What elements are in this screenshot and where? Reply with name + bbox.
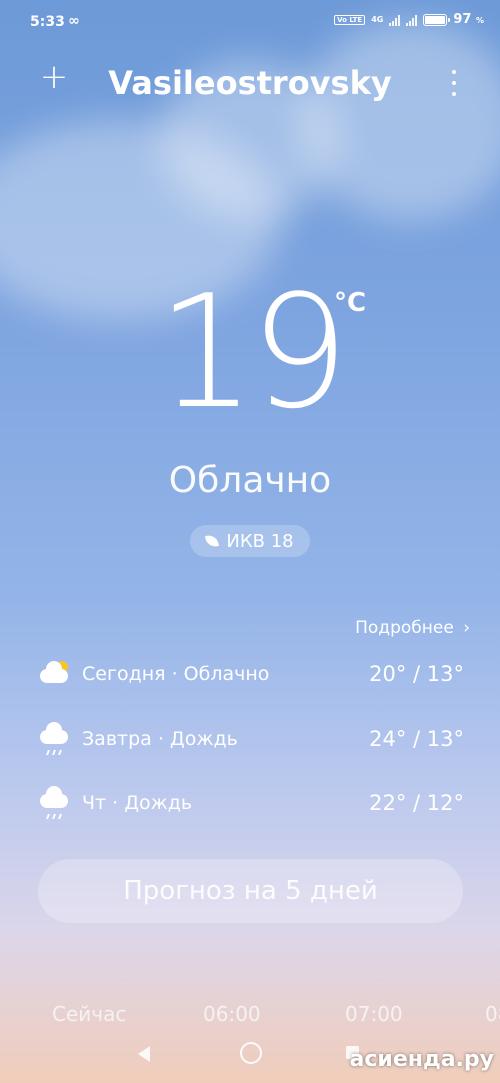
temperature-unit: °C [334, 288, 367, 318]
link-icon: ∞ [68, 13, 80, 29]
current-temperature: 19 [156, 261, 350, 443]
aqi-label: ИКВ 18 [226, 530, 294, 552]
watermark: асиенда.ру [349, 1047, 494, 1072]
chevron-right-icon: › [463, 618, 470, 638]
background-cloud [300, 20, 500, 220]
hour-label: 06:00 [203, 1002, 261, 1026]
hour-label: Сейчас [52, 1002, 127, 1026]
leaf-icon [205, 534, 220, 548]
status-bar: 5:33 ∞ Vo LTE 4G 97 % [0, 0, 500, 44]
signal-icon [406, 14, 418, 26]
city-title: Vasileostrovsky [108, 64, 392, 102]
hourly-strip[interactable]: Сейчас 06:00 07:00 08 [0, 1002, 500, 1028]
home-icon[interactable] [240, 1042, 262, 1064]
forecast-row-tomorrow[interactable]: Завтра · Дождь 24° / 13° [38, 722, 464, 756]
battery-percent: 97 % [453, 12, 484, 27]
volte-icon: Vo LTE [334, 14, 366, 25]
forecast-day-label: Сегодня · Облачно [82, 663, 270, 685]
forecast-temp-range: 20° / 13° [369, 662, 464, 686]
add-city-button[interactable]: + [38, 60, 70, 94]
hour-label: 07:00 [345, 1002, 403, 1026]
forecast-day-label: Завтра · Дождь [82, 728, 238, 750]
current-condition: Облачно [168, 460, 332, 501]
rain-icon [38, 722, 72, 755]
forecast-temp-range: 22° / 12° [369, 791, 464, 815]
five-day-forecast-button[interactable]: Прогноз на 5 дней [38, 859, 463, 923]
forecast-temp-range: 24° / 13° [369, 727, 464, 751]
network-type: 4G [371, 14, 384, 24]
status-indicators: Vo LTE 4G 97 % [334, 12, 484, 27]
back-icon[interactable] [138, 1046, 150, 1062]
rain-icon [38, 786, 72, 819]
forecast-row-thursday[interactable]: Чт · Дождь 22° / 12° [38, 786, 464, 820]
weather-screen: 5:33 ∞ Vo LTE 4G 97 % + Vasileostrovsky … [0, 0, 500, 1083]
more-menu-icon[interactable] [448, 70, 460, 96]
aqi-badge[interactable]: ИКВ 18 [190, 525, 310, 557]
status-time: 5:33 [30, 14, 65, 30]
forecast-day-label: Чт · Дождь [82, 792, 193, 814]
hour-label: 08 [485, 1002, 500, 1026]
forecast-row-today[interactable]: Сегодня · Облачно 20° / 13° [38, 657, 464, 691]
signal-icon [389, 14, 401, 26]
more-details-link[interactable]: Подробнее › [355, 618, 470, 638]
battery-icon [423, 13, 451, 26]
partly-cloudy-icon [38, 659, 72, 689]
